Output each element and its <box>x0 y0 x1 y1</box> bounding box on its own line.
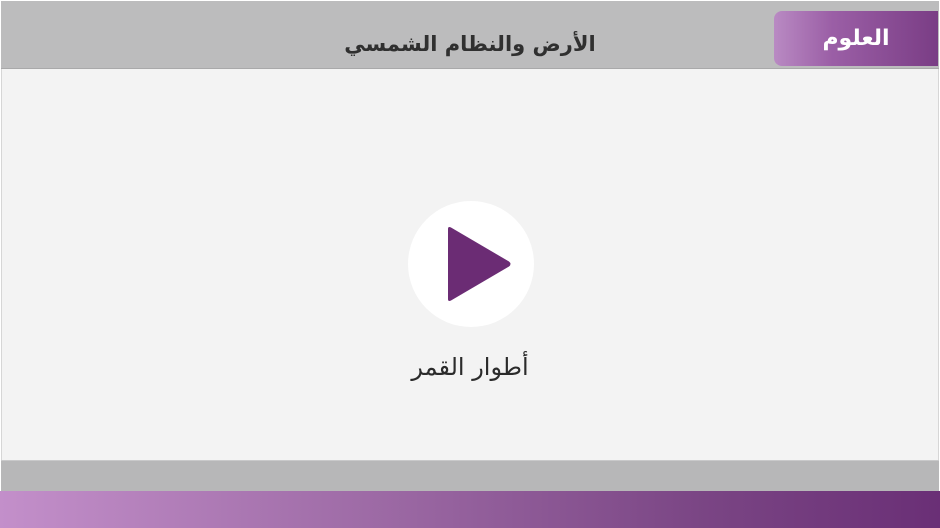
header-bar: الأرض والنظام الشمسي العلوم <box>1 1 939 69</box>
video-player[interactable]: أطوار القمر <box>1 69 939 460</box>
play-icon <box>448 227 511 301</box>
play-button[interactable] <box>408 201 534 327</box>
video-caption: أطوار القمر <box>411 353 529 381</box>
lesson-screen: الأرض والنظام الشمسي العلوم أطوار القمر <box>0 0 940 528</box>
subject-tab[interactable]: العلوم <box>774 11 938 66</box>
footer-bar <box>1 460 939 491</box>
bottom-accent-stripe <box>0 491 940 528</box>
